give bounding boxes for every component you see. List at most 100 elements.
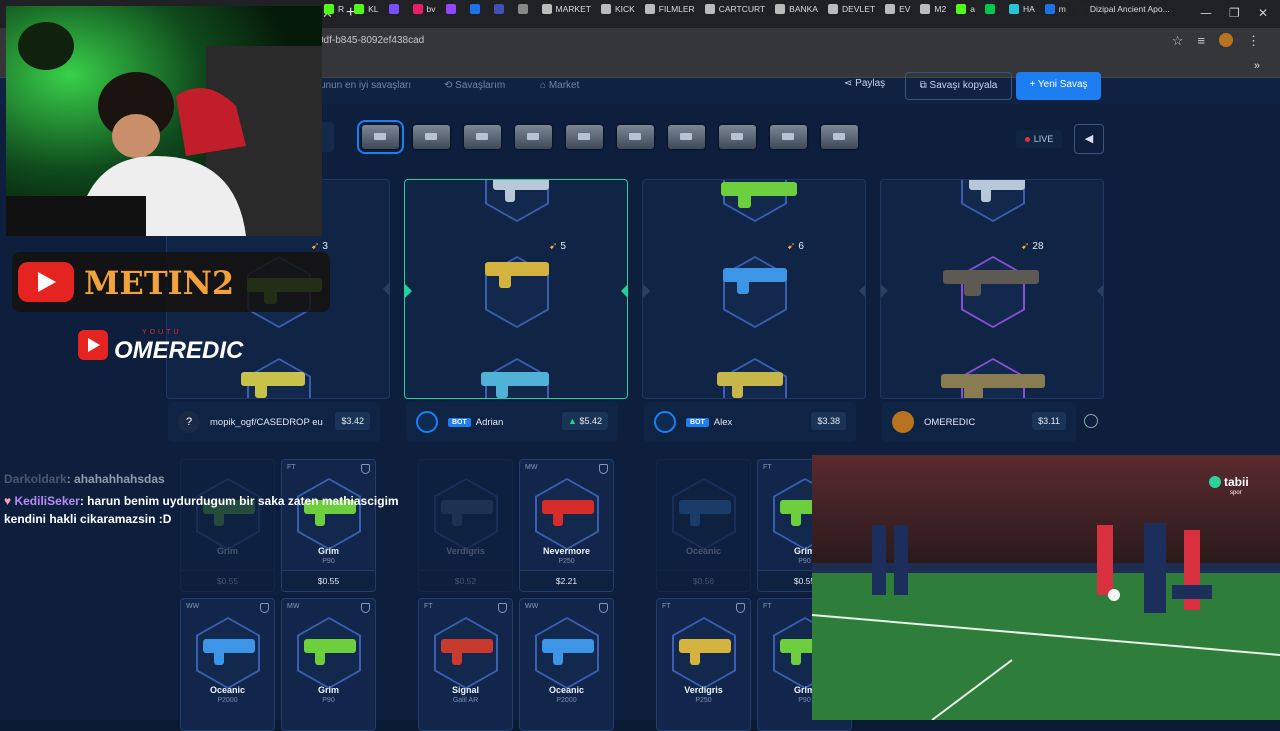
bookmark-star-icon[interactable]: ☆ — [1172, 33, 1184, 49]
item-card[interactable]: FT Verdigris P250 — [656, 598, 751, 731]
case-icon[interactable] — [357, 120, 404, 154]
emoji-icon[interactable] — [1084, 414, 1098, 428]
bookmark-icon — [704, 4, 715, 14]
player-row: BOT Adrian ▲ $5.42 — [406, 402, 618, 442]
nav-my-battles[interactable]: ⟲ Savaşlarım — [444, 80, 505, 91]
bookmark-item[interactable] — [469, 4, 484, 14]
chat-text: : ahahahhahsdas — [66, 472, 165, 486]
share-button[interactable]: ⋖ Paylaş — [844, 78, 885, 89]
case-icon[interactable] — [413, 125, 450, 149]
bookmark-item[interactable] — [388, 4, 403, 14]
case-icon[interactable] — [515, 125, 552, 149]
weapon-image — [542, 500, 594, 526]
wear-tag: FT — [763, 464, 772, 471]
item-card[interactable]: FT Signal Galil AR — [418, 598, 513, 731]
wear-tag: FT — [424, 603, 433, 610]
item-card[interactable]: Oceanic $0.56 — [656, 459, 751, 592]
chat-message: ♥ KediliSeker: harun benim uydurdugum bi… — [4, 492, 424, 528]
bookmark-icon — [541, 4, 552, 14]
case-icon[interactable] — [770, 125, 807, 149]
bookmark-item[interactable]: DEVLET — [827, 4, 875, 14]
wear-tag: MW — [287, 603, 300, 610]
copy-battle-button[interactable]: ⧉ Savaşı kopyala — [905, 72, 1012, 100]
item-name: Grim — [317, 685, 339, 695]
case-icon[interactable] — [566, 125, 603, 149]
menu-icon[interactable]: ⋮ — [1247, 33, 1260, 49]
bookmark-item[interactable]: MARKET — [541, 4, 591, 14]
player-name[interactable]: Alex — [714, 417, 732, 428]
sound-toggle-button[interactable]: ◀ — [1074, 124, 1104, 154]
weapon-image — [304, 639, 356, 665]
bookmark-item[interactable]: M2 — [920, 4, 946, 14]
bookmark-item[interactable]: m — [1044, 4, 1066, 14]
new-battle-button[interactable]: + Yeni Savaş — [1016, 72, 1101, 100]
item-name: Signal — [451, 685, 479, 695]
media-icon[interactable]: ≡ — [1197, 33, 1205, 49]
bookmark-item[interactable]: a — [956, 4, 975, 14]
close-window-icon[interactable]: ✕ — [1258, 6, 1268, 20]
bookmark-item[interactable]: EV — [885, 4, 910, 14]
chat-username: KediliSeker — [14, 494, 80, 508]
bookmark-icon — [1008, 4, 1019, 14]
bookmark-item[interactable]: Dizipal Ancient Apo... — [1075, 4, 1170, 14]
bookmark-item[interactable]: KL — [354, 4, 379, 14]
bookmarks-overflow-icon[interactable]: » — [1254, 60, 1260, 72]
item-card[interactable]: WW Oceanic P2000 — [180, 598, 275, 731]
unknown-avatar-icon: ? — [178, 411, 200, 433]
case-icon[interactable] — [464, 125, 501, 149]
bookmark-label: m — [1058, 4, 1066, 14]
bookmark-item[interactable]: HA — [1008, 4, 1035, 14]
item-name: Oceanic — [548, 685, 585, 695]
bookmark-item[interactable]: bv — [412, 4, 436, 14]
player-name[interactable]: mopik_ogf/CASEDROP eu — [210, 417, 323, 428]
bookmark-label: bv — [426, 4, 436, 14]
bookmark-item[interactable] — [445, 4, 460, 14]
profile-avatar[interactable] — [1219, 33, 1233, 47]
case-icon[interactable] — [719, 125, 756, 149]
item-name: Oceanic — [209, 685, 246, 695]
bot-avatar-icon — [416, 411, 438, 433]
spin-count: ➹ 28 — [1021, 241, 1044, 252]
spin-count-value: 6 — [798, 241, 804, 252]
bookmark-item[interactable]: CARTCURT — [704, 4, 765, 14]
case-icon[interactable] — [668, 125, 705, 149]
bookmark-item[interactable]: BANKA — [775, 4, 818, 14]
item-card[interactable]: MW Grim P90 — [281, 598, 376, 731]
player-name[interactable]: OMEREDIC — [924, 417, 975, 428]
item-hex — [672, 617, 736, 689]
bookmark-icon — [984, 4, 995, 14]
bookmark-label: KICK — [614, 4, 635, 14]
bookmark-item[interactable] — [493, 4, 508, 14]
player-name[interactable]: Adrian — [476, 417, 503, 428]
case-icon[interactable] — [617, 125, 654, 149]
nav-best-battles[interactable]: unun en iyi savaşları — [320, 80, 411, 91]
item-card[interactable]: WW Oceanic P2000 — [519, 598, 614, 731]
minimize-icon[interactable]: — — [1200, 6, 1212, 20]
item-hex — [723, 256, 787, 328]
bookmark-item[interactable] — [984, 4, 999, 14]
metin2-logo: METIN2 — [12, 252, 330, 312]
url-text[interactable]: 0df-b845-8092ef438cad — [318, 35, 424, 46]
weapon-image — [679, 500, 731, 526]
item-hex — [535, 478, 599, 550]
item-name: Oceanic — [685, 546, 722, 556]
chat-message: Darkoldark: ahahahhahsdas — [4, 470, 424, 488]
bookmark-item[interactable]: FILMLER — [644, 4, 695, 14]
bookmark-item[interactable]: R — [324, 4, 344, 14]
webcam-overlay — [6, 6, 322, 236]
case-icon[interactable] — [821, 125, 858, 149]
bookmark-item[interactable] — [517, 4, 532, 14]
pistol-image — [493, 180, 549, 202]
item-card[interactable]: MW Nevermore P250 $2.21 — [519, 459, 614, 592]
new-label: Yeni Savaş — [1037, 79, 1088, 90]
item-card[interactable]: Verdigris $0.52 — [418, 459, 513, 592]
bookmark-label: BANKA — [789, 4, 818, 14]
bookmark-icon — [920, 4, 931, 14]
tv-logo: tabii — [1224, 475, 1249, 489]
shield-icon — [599, 464, 608, 474]
nav-market[interactable]: ⌂ Market — [540, 80, 579, 91]
bookmark-item[interactable]: KICK — [600, 4, 635, 14]
live-badge: LIVE — [1016, 130, 1062, 148]
restore-icon[interactable]: ❐ — [1229, 6, 1240, 20]
nav-market-label: Market — [548, 80, 580, 91]
